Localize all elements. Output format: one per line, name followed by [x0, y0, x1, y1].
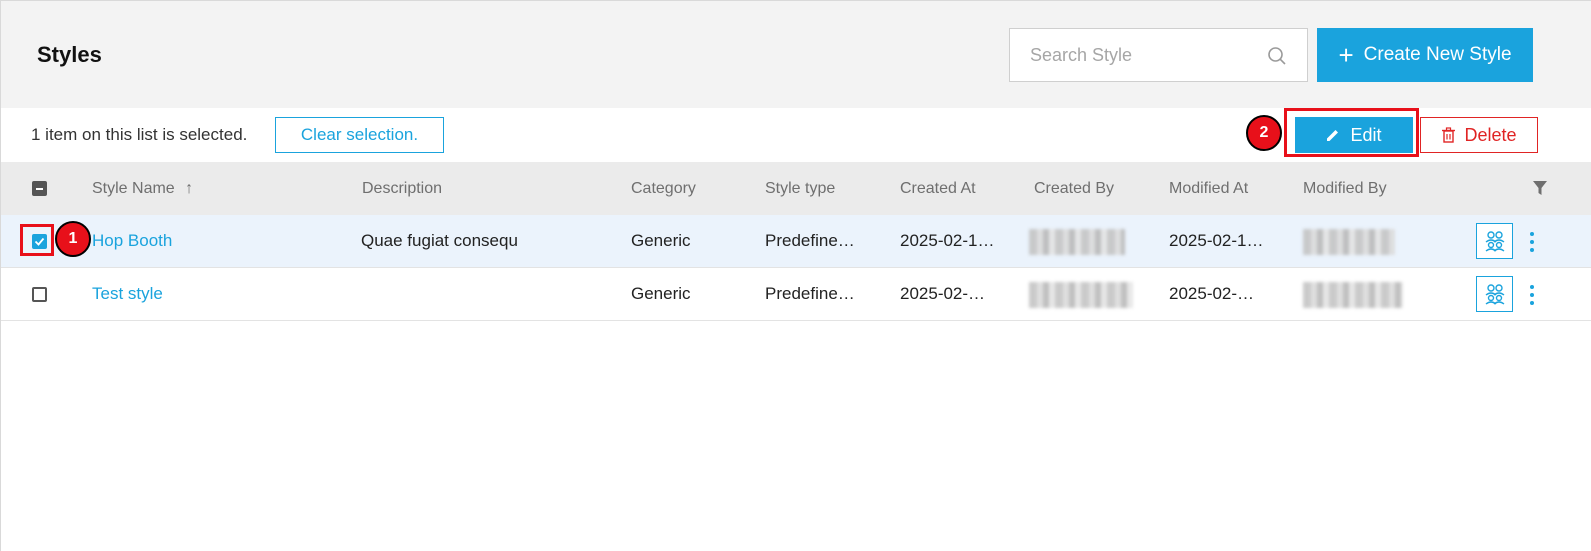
page-title: Styles: [37, 42, 102, 67]
filter-icon[interactable]: [1532, 180, 1548, 196]
minus-icon: [36, 187, 43, 190]
clear-selection-button[interactable]: Clear selection.: [275, 117, 444, 153]
people-icon: [1485, 231, 1504, 252]
plus-icon: +: [1338, 40, 1354, 70]
row-checkbox[interactable]: [32, 287, 47, 302]
style-name-link[interactable]: Test style: [92, 284, 163, 304]
search-input[interactable]: [1010, 29, 1250, 81]
category-cell: Generic: [631, 231, 691, 250]
column-label: Style Name: [92, 180, 175, 197]
column-header-created-by[interactable]: Created By: [1034, 180, 1114, 198]
delete-button[interactable]: Delete: [1420, 117, 1538, 153]
table-header: Style Name ↑ Description Category Style …: [1, 162, 1591, 215]
table-row[interactable]: Hop Booth Quae fugiat consequ Generic Pr…: [1, 215, 1591, 268]
kebab-icon[interactable]: [1523, 282, 1541, 308]
category-cell: Generic: [631, 284, 691, 303]
step-2-highlight: [1284, 108, 1419, 157]
column-header-created-at[interactable]: Created At: [900, 180, 976, 198]
column-header-modified-by[interactable]: Modified By: [1303, 180, 1387, 198]
modified-by-redacted: [1303, 282, 1403, 308]
created-by-redacted: [1029, 229, 1125, 255]
step-1-highlight: [20, 224, 54, 256]
modified-at-cell: 2025-02-…: [1169, 284, 1255, 303]
step-1-badge: 1: [55, 221, 91, 257]
modified-at-cell: 2025-02-1…: [1169, 231, 1264, 250]
select-all-checkbox[interactable]: [32, 181, 47, 196]
search-icon: [1268, 47, 1286, 65]
column-header-category[interactable]: Category: [631, 180, 696, 198]
delete-label: Delete: [1464, 124, 1517, 145]
description-cell: Quae fugiat consequ: [361, 231, 518, 250]
kebab-icon[interactable]: [1523, 229, 1541, 255]
style-type-cell: Predefine…: [765, 284, 855, 303]
column-header-style-type[interactable]: Style type: [765, 180, 835, 198]
style-type-cell: Predefine…: [765, 231, 855, 250]
selection-message: 1 item on this list is selected.: [31, 125, 248, 144]
created-at-cell: 2025-02-…: [900, 284, 986, 303]
column-header-description[interactable]: Description: [362, 180, 442, 198]
table-row[interactable]: Test style Generic Predefine… 2025-02-… …: [1, 268, 1591, 321]
assign-people-button[interactable]: [1476, 276, 1513, 312]
people-icon: [1485, 284, 1504, 305]
sort-up-icon[interactable]: ↑: [185, 180, 193, 197]
column-header-style-name[interactable]: Style Name ↑: [92, 180, 193, 198]
create-new-style-label: Create New Style: [1363, 44, 1512, 65]
assign-people-button[interactable]: [1476, 223, 1513, 259]
search-field[interactable]: [1009, 28, 1308, 82]
created-by-redacted: [1029, 282, 1133, 308]
create-new-style-button[interactable]: + Create New Style: [1317, 28, 1533, 82]
step-2-badge: 2: [1246, 115, 1282, 151]
modified-by-redacted: [1303, 229, 1395, 255]
trash-icon: [1442, 127, 1456, 143]
column-header-modified-at[interactable]: Modified At: [1169, 180, 1248, 198]
style-name-link[interactable]: Hop Booth: [92, 231, 172, 251]
created-at-cell: 2025-02-1…: [900, 231, 995, 250]
